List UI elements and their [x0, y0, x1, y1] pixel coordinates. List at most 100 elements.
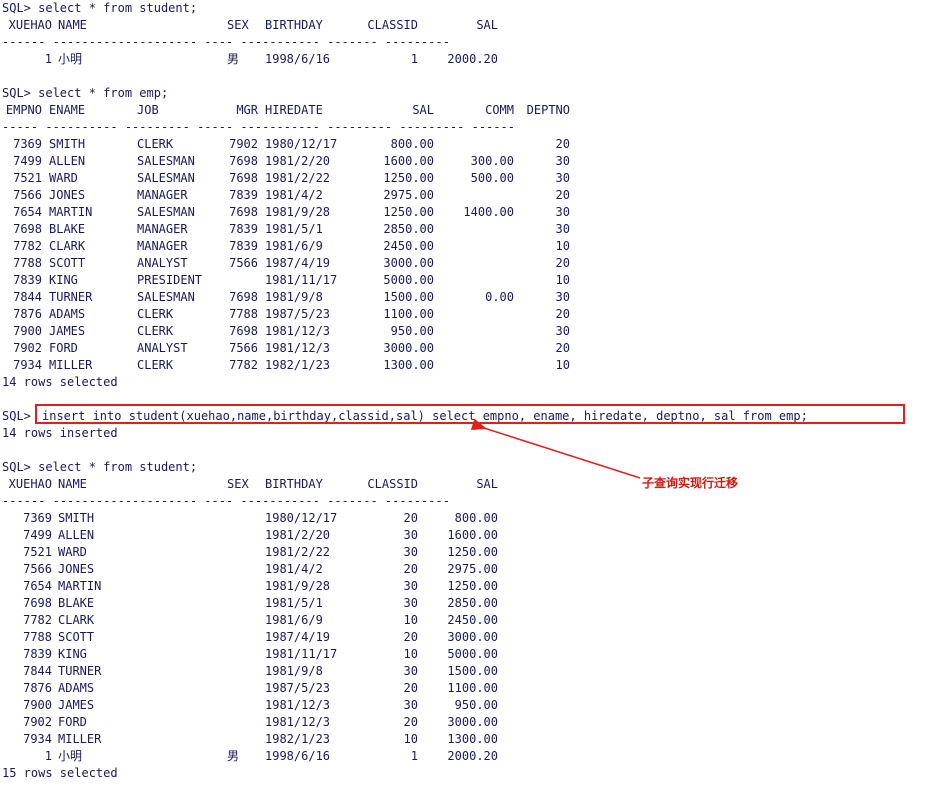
table-cell: 1 — [410, 52, 418, 66]
column-header: HIREDATE — [265, 103, 323, 117]
table-cell: 30 — [403, 664, 418, 678]
table-cell: 10 — [403, 732, 418, 746]
table-row: 7876 ADAMS 1987/5/23 20 1100.00 — [2, 680, 932, 697]
table-cell: 1250.00 — [447, 579, 498, 593]
table-cell: 7566 — [13, 188, 42, 202]
table-row: 7782 CLARK 1981/6/9 10 2450.00 — [2, 612, 932, 629]
column-header: COMM — [485, 103, 514, 117]
table-cell: CLERK — [137, 137, 174, 151]
column-header-row: EMPNO ENAME JOB MGR HIREDATE SAL COMM DEPTNO — [2, 102, 932, 119]
column-header: SAL — [476, 477, 498, 491]
table-cell: 1987/4/19 — [265, 630, 331, 644]
sql-prompt: SQL> select * from emp; — [2, 86, 169, 100]
column-header: EMPNO — [5, 103, 42, 117]
table-cell: ALLEN — [49, 154, 86, 168]
table-row: 7521 WARD 1981/2/22 30 1250.00 — [2, 544, 932, 561]
column-header: JOB — [137, 103, 159, 117]
table-cell: 小明 — [58, 749, 83, 763]
table-cell: MARTIN — [49, 205, 93, 219]
table-cell: 30 — [555, 290, 570, 304]
table-cell: ALLEN — [58, 528, 95, 542]
table-cell: 7788 — [229, 307, 258, 321]
table-cell: 1 — [44, 749, 52, 763]
column-header: SAL — [412, 103, 434, 117]
table-cell: 7839 — [13, 273, 42, 287]
sql-prompt: SQL> select * from student; — [2, 1, 198, 15]
column-header: CLASSID — [367, 18, 418, 32]
table-row: 1 小明 男 1998/6/16 1 2000.20 — [2, 748, 932, 765]
table-cell: 1980/12/17 — [265, 511, 338, 525]
table-cell: FORD — [58, 715, 87, 729]
table-cell: 7839 — [229, 239, 258, 253]
table-cell: 10 — [403, 647, 418, 661]
table-cell: 30 — [555, 154, 570, 168]
table-cell: SALESMAN — [137, 171, 195, 185]
table-cell: 800.00 — [390, 137, 434, 151]
column-header: DEPTNO — [526, 103, 570, 117]
table-cell: 7698 — [13, 222, 42, 236]
table-cell: 30 — [403, 698, 418, 712]
table-cell: 7839 — [229, 188, 258, 202]
table-cell: 20 — [555, 188, 570, 202]
table-cell: 1500.00 — [383, 290, 434, 304]
table-cell: SALESMAN — [137, 154, 195, 168]
table-row: 7782 CLARK MANAGER 7839 1981/6/9 2450.00 10 — [2, 238, 932, 255]
table-cell: 1981/9/28 — [265, 205, 331, 219]
table-cell: 950.00 — [454, 698, 498, 712]
table-cell: ADAMS — [49, 307, 86, 321]
table-row: 7934 MILLER 1982/1/23 10 1300.00 — [2, 731, 932, 748]
table-cell: 7369 — [23, 511, 52, 525]
table-row: 7902 FORD ANALYST 7566 1981/12/3 3000.00 20 — [2, 340, 932, 357]
table-cell: ADAMS — [58, 681, 95, 695]
table-row: 7900 JAMES CLERK 7698 1981/12/3 950.00 30 — [2, 323, 932, 340]
table-cell: ANALYST — [137, 256, 188, 270]
table-cell: 1998/6/16 — [265, 52, 331, 66]
table-cell: SMITH — [58, 511, 95, 525]
table-cell: TURNER — [49, 290, 93, 304]
table-cell: 1250.00 — [447, 545, 498, 559]
table-cell: 30 — [403, 596, 418, 610]
column-header: SAL — [476, 18, 498, 32]
table-cell: 30 — [555, 205, 570, 219]
table-cell: TURNER — [58, 664, 102, 678]
column-header: NAME — [58, 18, 87, 32]
table-cell: 20 — [555, 341, 570, 355]
table-row: 7788 SCOTT ANALYST 7566 1987/4/19 3000.00 20 — [2, 255, 932, 272]
table-cell: 7839 — [23, 647, 52, 661]
table-cell: 7788 — [23, 630, 52, 644]
row-count-message: 15 rows selected — [2, 766, 118, 780]
table-cell: 7499 — [13, 154, 42, 168]
table-cell: 男 — [227, 52, 240, 66]
table-cell: 1500.00 — [447, 664, 498, 678]
table-cell: 20 — [403, 562, 418, 576]
table-row: 7521 WARD SALESMAN 7698 1981/2/22 1250.00 500.… — [2, 170, 932, 187]
table-cell: 10 — [555, 239, 570, 253]
table-cell: 1987/4/19 — [265, 256, 331, 270]
table-cell: 2975.00 — [447, 562, 498, 576]
table-cell: PRESIDENT — [137, 273, 203, 287]
table-cell: 20 — [555, 307, 570, 321]
insert-command-highlight-box — [35, 404, 905, 424]
table-cell: 1250.00 — [383, 205, 434, 219]
table-cell: 1982/1/23 — [265, 358, 331, 372]
table-cell: 7566 — [229, 256, 258, 270]
table-cell: 30 — [403, 528, 418, 542]
table-row: 7369 SMITH CLERK 7902 1980/12/17 800.00 20 — [2, 136, 932, 153]
table-cell: 7566 — [229, 341, 258, 355]
table-cell: 7844 — [23, 664, 52, 678]
table-cell: 1987/5/23 — [265, 681, 331, 695]
table-cell: MARTIN — [58, 579, 102, 593]
table-cell: MILLER — [49, 358, 93, 372]
table-cell: 3000.00 — [383, 256, 434, 270]
table-cell: 1 — [44, 52, 52, 66]
column-header: XUEHAO — [8, 18, 52, 32]
table-row: 7698 BLAKE 1981/5/1 30 2850.00 — [2, 595, 932, 612]
table-row: 7934 MILLER CLERK 7782 1982/1/23 1300.00 10 — [2, 357, 932, 374]
table-cell: 1998/6/16 — [265, 749, 331, 763]
table-cell: 1400.00 — [463, 205, 514, 219]
column-header: SEX — [227, 18, 249, 32]
table-cell: 1981/2/20 — [265, 154, 331, 168]
table-cell: 7499 — [23, 528, 52, 542]
